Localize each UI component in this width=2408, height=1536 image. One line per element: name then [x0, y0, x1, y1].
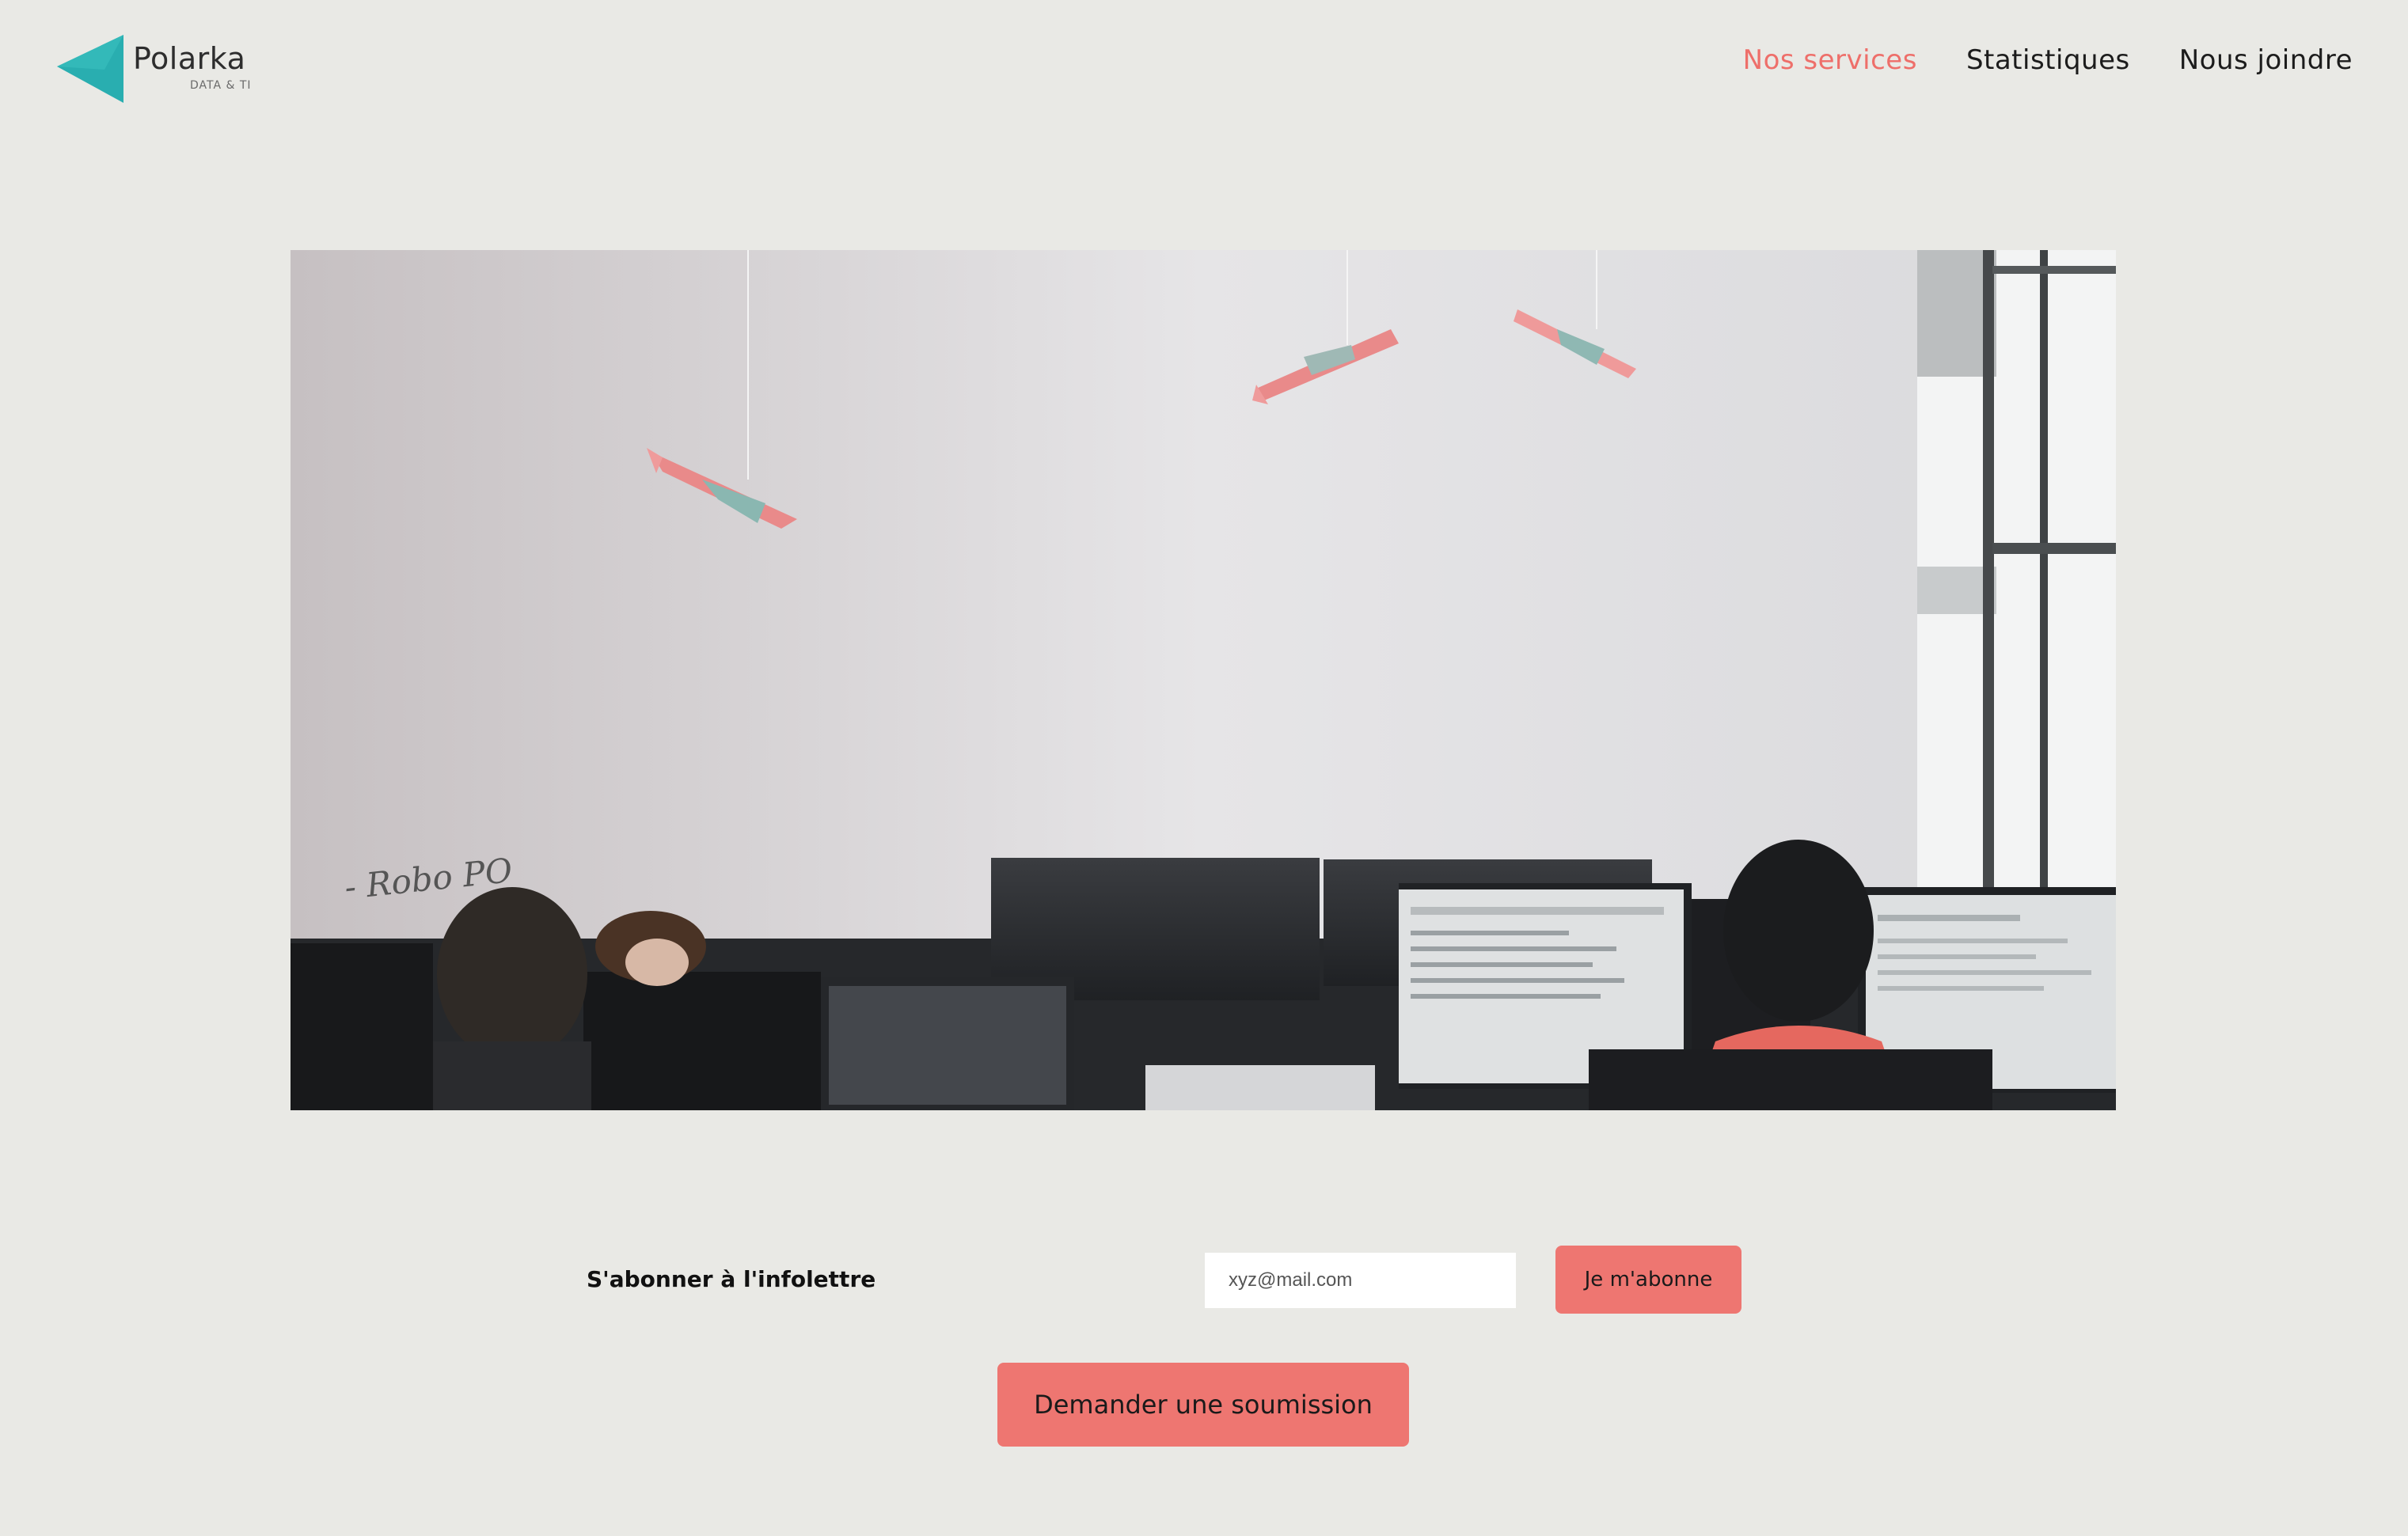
email-input[interactable] [1205, 1253, 1516, 1308]
nav-item-statistics[interactable]: Statistiques [1966, 44, 2130, 76]
office-photo: - Robo PO [291, 250, 2116, 1110]
subscribe-button[interactable]: Je m'abonne [1555, 1246, 1741, 1314]
newsletter-label: S'abonner à l'infolettre [587, 1266, 876, 1292]
hero-image: - Robo PO [291, 250, 2116, 1110]
polarka-logo-icon [57, 35, 123, 103]
nav-item-contact[interactable]: Nous joindre [2179, 44, 2353, 76]
site-header: Polarka DATA & TI Nos services Statistiq… [0, 0, 2408, 127]
nav-item-services[interactable]: Nos services [1743, 44, 1917, 76]
request-quote-button[interactable]: Demander une soumission [997, 1363, 1409, 1447]
brand-name: Polarka [133, 41, 246, 76]
brand-logo[interactable]: Polarka DATA & TI [57, 35, 263, 106]
brand-tagline: DATA & TI [190, 79, 252, 92]
main-nav: Nos services Statistiques Nous joindre [1743, 44, 2353, 76]
